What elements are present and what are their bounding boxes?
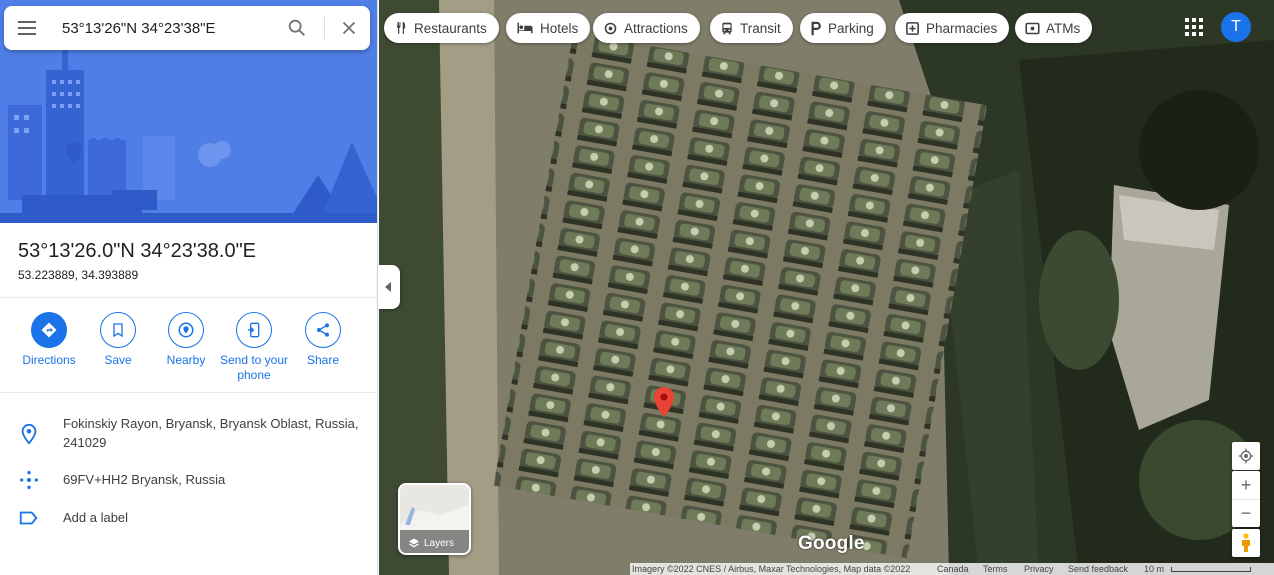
camera-icon [604,22,617,34]
place-title: 53°13'26.0"N 34°23'38.0"E [18,240,257,262]
nearby-button[interactable]: Nearby [150,312,222,368]
layers-icon [409,538,419,548]
plus-code-icon [20,471,38,489]
clear-search-button[interactable] [338,17,362,41]
google-apps-button[interactable] [1184,17,1204,37]
chip-atms-label: ATMs [1046,20,1081,36]
imagery-attribution: Imagery ©2022 CNES / Airbus, Maxar Techn… [632,564,911,574]
directions-circle [31,312,67,348]
chevron-left-icon [385,282,391,292]
directions-icon [41,322,57,338]
collapse-panel-button[interactable] [378,265,400,309]
chip-transit-label: Transit [740,20,781,36]
country-link[interactable]: Canada [937,564,969,574]
share-circle [305,312,341,348]
layers-text: Layers [424,537,455,549]
plus-code-text: 69FV+HH2 Bryansk, Russia [63,472,226,487]
save-label: Save [104,353,132,367]
hamburger-line [18,33,36,35]
chip-pharmacies-label: Pharmacies [926,20,998,36]
nearby-label: Nearby [166,353,206,367]
scale-bar [1171,567,1251,572]
chip-transit[interactable]: Transit [710,13,793,43]
chip-parking-label: Parking [828,20,874,36]
share-label: Share [306,353,340,367]
add-label-text: Add a label [63,510,129,525]
magnifier-icon [288,19,305,36]
map-footer: Imagery ©2022 CNES / Airbus, Maxar Techn… [630,563,1274,575]
chip-attractions-label: Attractions [624,20,688,36]
privacy-link[interactable]: Privacy [1024,564,1054,574]
share-button[interactable]: Share [287,312,359,368]
nearby-circle [168,312,204,348]
search-button[interactable] [286,17,310,41]
location-pin-icon [21,423,37,445]
search-input[interactable] [62,16,272,40]
chip-attractions[interactable]: Attractions [593,13,700,43]
scale-label: 10 m [1144,564,1165,574]
street-view-pegman-button[interactable] [1232,529,1260,557]
divider [0,392,377,393]
chip-pharmacies[interactable]: Pharmacies [895,13,1010,43]
label-icon [19,511,38,525]
close-icon [342,21,356,35]
layers-label-wrap: Layers [408,537,454,549]
directions-label: Directions [22,353,76,367]
send-to-phone-icon [248,322,260,338]
address-text: Fokinskiy Rayon, Bryansk, Bryansk Oblast… [63,416,359,450]
zoom-out-button[interactable]: − [1232,499,1260,527]
zoom-in-button[interactable]: + [1232,471,1260,499]
google-logo: Google [798,533,865,554]
search-divider [324,17,325,39]
pegman-icon [1242,533,1250,552]
send-to-phone-circle [236,312,272,348]
address-row[interactable]: Fokinskiy Rayon, Bryansk, Bryansk Oblast… [0,414,377,454]
hamburger-line [18,27,36,29]
save-button[interactable]: Save [82,312,154,368]
map-satellite-view[interactable] [379,0,1274,575]
send-to-phone-label: Send to your phone [219,353,289,382]
chip-restaurants-label: Restaurants [414,20,487,36]
send-feedback-link[interactable]: Send feedback [1068,564,1128,574]
plus-code-row[interactable]: 69FV+HH2 Bryansk, Russia [0,469,377,491]
save-circle [100,312,136,348]
hamburger-menu-icon [18,21,36,23]
chip-parking[interactable]: Parking [800,13,886,43]
bed-icon [517,22,533,34]
apps-grid-icon [1185,18,1203,36]
add-label-row[interactable]: Add a label [0,507,377,529]
place-decimal-coordinates: 53.223889, 34.393889 [18,268,139,282]
chip-hotels-label: Hotels [540,20,579,36]
layers-button[interactable]: Layers [398,483,471,555]
send-to-phone-button[interactable]: Send to your phone [218,312,290,383]
divider [0,297,377,298]
pharmacy-icon [906,21,919,35]
side-panel: 53°13'26.0"N 34°23'38.0"E 53.223889, 34.… [0,0,378,575]
chip-restaurants[interactable]: Restaurants [384,13,499,43]
chip-atms[interactable]: ATMs [1015,13,1093,43]
bookmark-icon [113,323,123,338]
bus-icon [722,22,732,34]
my-location-icon [1238,448,1254,464]
account-avatar[interactable]: T [1221,12,1251,42]
terms-link[interactable]: Terms [983,564,1008,574]
search-box [4,6,370,50]
share-icon [317,323,329,337]
directions-button[interactable]: Directions [13,312,85,368]
nearby-icon [178,322,194,338]
menu-button[interactable] [12,14,40,42]
parking-p-icon [811,21,821,35]
zoom-controls: + − [1232,471,1260,527]
atm-icon [1025,22,1040,34]
chip-hotels[interactable]: Hotels [506,13,591,43]
fork-knife-icon [396,22,406,34]
satellite-imagery [379,0,1274,575]
my-location-button[interactable] [1232,442,1260,470]
